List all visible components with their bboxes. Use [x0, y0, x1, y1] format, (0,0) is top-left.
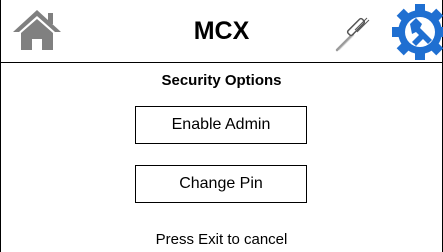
settings-button[interactable] — [390, 4, 443, 60]
enable-admin-button[interactable]: Enable Admin — [135, 106, 307, 144]
cancel-hint-text: Press Exit to cancel — [155, 231, 288, 248]
header-bar: MCX — [1, 0, 443, 63]
home-button[interactable] — [11, 8, 63, 52]
screen-frame: MCX Security Options Enable Admin Change… — [0, 0, 443, 252]
screwdriver-icon — [335, 17, 370, 52]
change-pin-button[interactable]: Change Pin — [135, 165, 307, 203]
home-icon — [13, 10, 61, 50]
tools-button[interactable] — [333, 12, 375, 54]
section-title: Security Options — [161, 72, 282, 89]
gear-wrench-icon — [392, 4, 443, 60]
app-title: MCX — [193, 17, 250, 45]
